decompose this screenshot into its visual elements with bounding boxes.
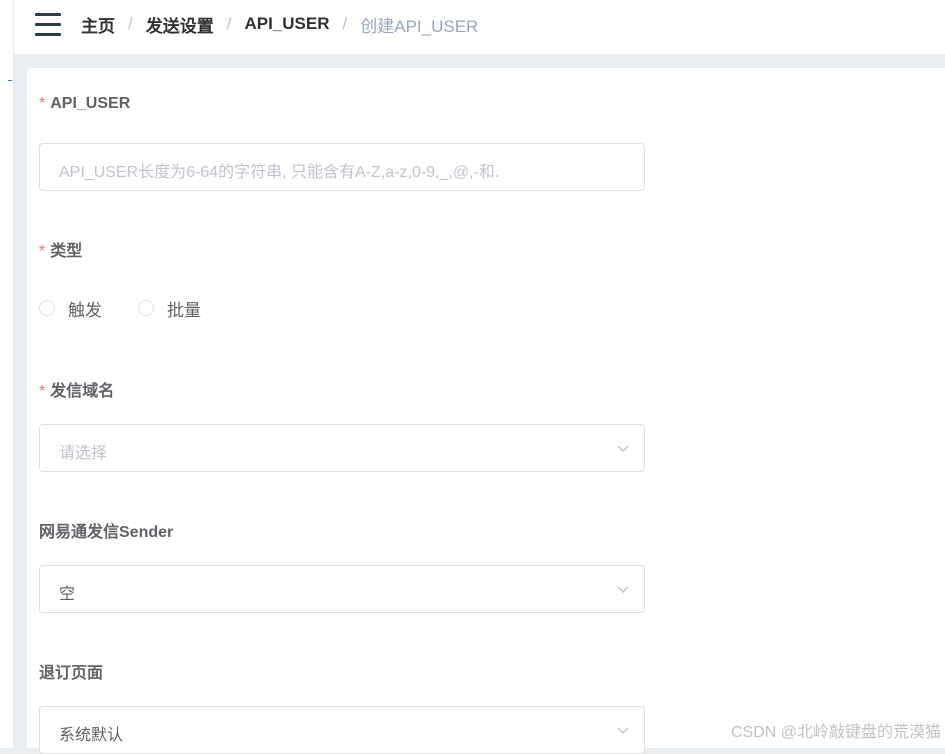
breadcrumb-separator: / bbox=[128, 14, 133, 33]
type-label: * 类型 bbox=[39, 243, 83, 260]
type-radio-group: 触发 批量 bbox=[39, 296, 237, 320]
radio-label: 批量 bbox=[167, 300, 201, 320]
radio-label: 触发 bbox=[68, 300, 102, 320]
breadcrumb-home[interactable]: 主页 bbox=[81, 12, 115, 37]
domain-select[interactable]: 请选择 bbox=[39, 424, 645, 472]
breadcrumb-separator: / bbox=[342, 14, 348, 33]
breadcrumb-send-settings[interactable]: 发送设置 bbox=[146, 12, 214, 37]
chevron-down-icon bbox=[617, 727, 629, 734]
sender-select[interactable]: 空 bbox=[39, 565, 645, 613]
breadcrumb-separator: / bbox=[226, 14, 232, 33]
radio-circle-icon bbox=[39, 300, 55, 316]
domain-label: * 发信域名 bbox=[39, 383, 115, 400]
top-navbar: 主页 / 发送设置 / API_USER / 创建API_USER bbox=[14, 0, 945, 54]
unsubscribe-select[interactable]: 系统默认 bbox=[39, 706, 645, 754]
watermark: CSDN @北岭敲键盘的荒漠猫 bbox=[730, 724, 941, 741]
sender-value: 空 bbox=[59, 586, 76, 603]
hamburger-menu-icon[interactable] bbox=[35, 12, 61, 36]
unsubscribe-value: 系统默认 bbox=[59, 727, 124, 744]
radio-trigger[interactable]: 触发 bbox=[39, 296, 102, 321]
form-card: * API_USER API_USER长度为6-64的字符串, 只能含有A-Z,a… bbox=[27, 68, 945, 754]
sidebar-edge bbox=[0, 0, 14, 748]
radio-circle-icon bbox=[138, 300, 154, 316]
breadcrumb: 主页 / 发送设置 / API_USER / 创建API_USER bbox=[81, 12, 478, 36]
chevron-down-icon bbox=[617, 445, 629, 452]
unsubscribe-label: 退订页面 bbox=[39, 665, 104, 682]
breadcrumb-api-user[interactable]: API_USER bbox=[244, 14, 329, 34]
required-mark: * bbox=[39, 243, 46, 260]
sender-label: 网易通发信Sender bbox=[39, 524, 174, 541]
sidebar-marker bbox=[8, 80, 12, 81]
chevron-down-icon bbox=[617, 586, 629, 593]
api-user-placeholder: API_USER长度为6-64的字符串, 只能含有A-Z,a-z,0-9,_,@… bbox=[59, 164, 500, 181]
api-user-label: * API_USER bbox=[39, 95, 131, 112]
api-user-input[interactable]: API_USER长度为6-64的字符串, 只能含有A-Z,a-z,0-9,_,@… bbox=[39, 143, 645, 191]
breadcrumb-current: 创建API_USER bbox=[360, 16, 479, 36]
required-mark: * bbox=[39, 95, 46, 112]
domain-placeholder: 请选择 bbox=[59, 445, 108, 462]
radio-batch[interactable]: 批量 bbox=[138, 296, 201, 321]
required-mark: * bbox=[39, 383, 46, 400]
